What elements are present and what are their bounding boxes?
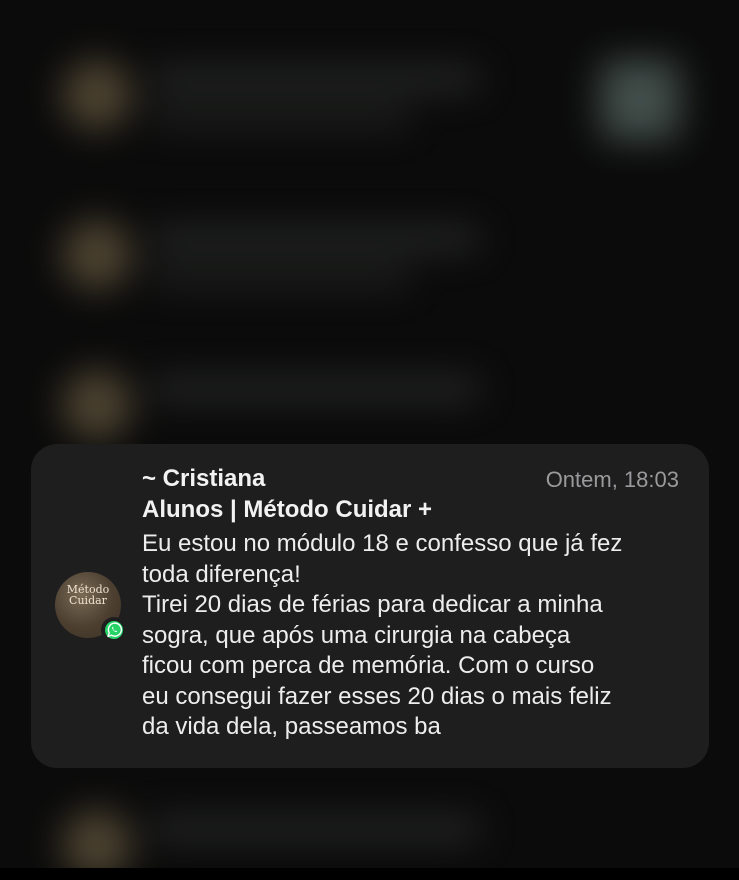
notification-card[interactable]: Método Cuidar ~ Cristiana Ontem, 18:03 A… <box>31 444 709 768</box>
blurred-line <box>150 268 410 286</box>
message-preview: Eu estou no módulo 18 e confesso que já … <box>142 529 687 743</box>
message-line: sogra, que após uma cirurgia na cabeça <box>142 621 571 649</box>
message-line: eu consegui fazer esses 20 dias o mais f… <box>142 682 612 710</box>
app-badge <box>101 617 127 643</box>
blurred-line <box>150 108 410 126</box>
blurred-chat-row <box>0 770 739 880</box>
message-line: da vida dela, passeamos ba <box>142 713 441 740</box>
blurred-thumbnail <box>600 60 680 140</box>
blurred-chat-row <box>0 20 739 170</box>
blurred-line <box>150 228 480 250</box>
notification-time: Ontem, 18:03 <box>545 467 679 492</box>
message-line: toda diferença! <box>142 560 301 588</box>
blurred-avatar <box>62 370 132 440</box>
bottom-edge <box>0 868 739 880</box>
blurred-avatar <box>62 60 132 130</box>
sender-name: ~ Cristiana <box>142 465 266 492</box>
blurred-avatar <box>62 220 132 290</box>
message-line: Tirei 20 dias de férias para dedicar a m… <box>142 591 603 618</box>
lock-screen: Método Cuidar ~ Cristiana Ontem, 18:03 A… <box>0 0 739 880</box>
avatar-logo-text: Método Cuidar <box>66 583 110 607</box>
blurred-line <box>150 378 480 400</box>
message-line: Eu estou no módulo 18 e confesso que já … <box>142 530 623 557</box>
blurred-line <box>150 818 480 840</box>
message-line: ficou com perca de memória. Com o curso <box>142 652 595 679</box>
blurred-line <box>150 68 480 90</box>
whatsapp-icon <box>105 621 123 639</box>
group-name: Alunos | Método Cuidar + <box>142 496 433 523</box>
blurred-chat-row <box>0 180 739 330</box>
